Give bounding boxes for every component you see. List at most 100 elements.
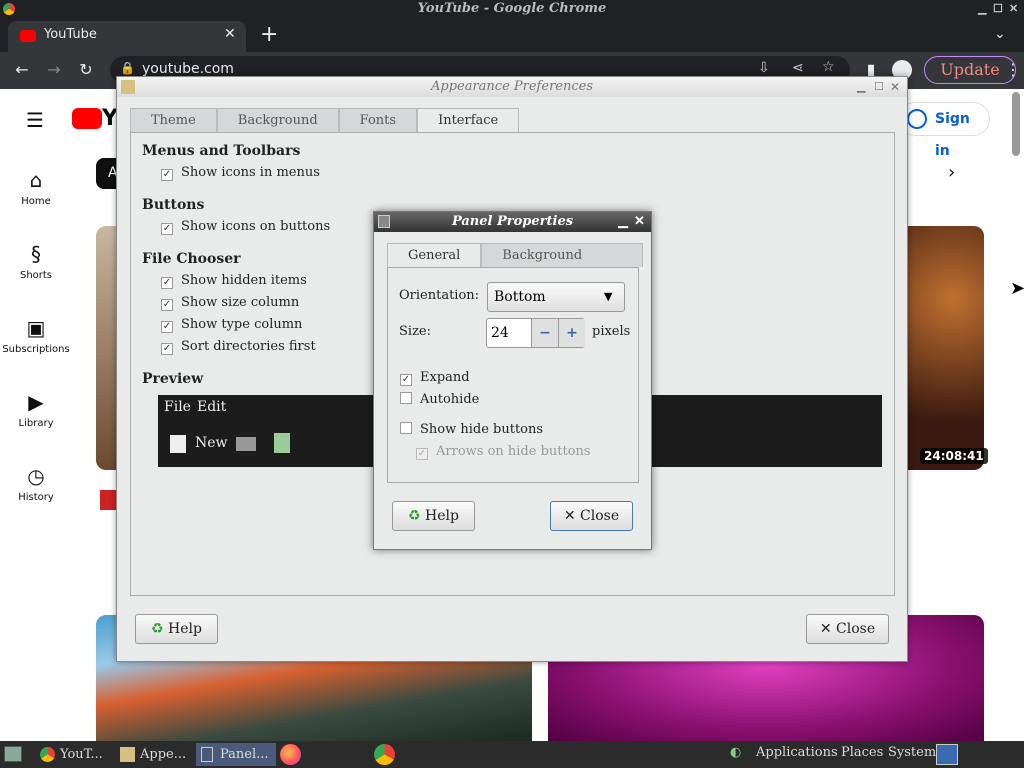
checkbox-checked-icon: ✓ [416, 448, 428, 460]
maximize-icon[interactable]: ☐ [874, 77, 884, 97]
tab-general[interactable]: General [387, 243, 482, 267]
sidebar-item-library[interactable]: ▶ Library [0, 390, 72, 429]
panel-properties-tabs: General Background [387, 243, 644, 267]
menu-kebab-icon[interactable]: ⋮ [1000, 56, 1024, 84]
menu-system[interactable]: System [888, 745, 936, 760]
task-appearance[interactable]: Appe... [116, 743, 194, 766]
share-icon[interactable]: ⋖ [792, 60, 804, 76]
checkbox-autohide[interactable]: Autohide [400, 391, 479, 409]
section-file-chooser: File Chooser [142, 251, 241, 267]
chips-next-icon[interactable]: › [948, 162, 955, 183]
checkbox-checked-icon: ✓ [161, 169, 173, 181]
reload-icon[interactable]: ↻ [73, 56, 99, 84]
sign-in-button[interactable]: Sign in [898, 102, 990, 159]
open-folder-icon [236, 437, 256, 451]
chrome-launcher-icon[interactable] [374, 744, 395, 765]
hamburger-menu-icon[interactable]: ☰ [26, 108, 44, 132]
tab-background[interactable]: Background [481, 243, 644, 267]
size-label: Size: [399, 324, 431, 339]
history-icon: ◷ [27, 464, 45, 488]
forward-icon[interactable]: → [41, 56, 67, 84]
panel-properties-title: Panel Properties [451, 214, 574, 229]
size-spinbutton[interactable]: 24 − + [486, 318, 585, 348]
new-document-icon [170, 435, 186, 453]
new-tab-icon[interactable]: + [260, 22, 278, 47]
appearance-app-icon [120, 747, 135, 762]
help-icon: ♻ [408, 508, 421, 524]
appearance-close-button[interactable]: ✕ Close [806, 614, 889, 644]
video-thumbnail[interactable]: 24:08:41 [906, 226, 988, 470]
checkbox-sort-directories-first[interactable]: ✓ Sort directories first [161, 338, 316, 356]
task-panel-properties[interactable]: Panel... [196, 743, 276, 766]
minimize-icon[interactable]: ▁ [857, 77, 865, 97]
account-icon [907, 109, 927, 129]
tab-theme[interactable]: Theme [130, 108, 217, 132]
close-icon: ✕ [819, 621, 832, 637]
checkbox-checked-icon: ✓ [161, 343, 173, 355]
youtube-logo-icon[interactable] [72, 108, 102, 129]
size-unit-label: pixels [592, 324, 631, 339]
checkbox-unchecked-icon [400, 422, 412, 434]
checkbox-show-size-column[interactable]: ✓ Show size column [161, 294, 299, 312]
sidebar-item-home[interactable]: ⌂ Home [0, 168, 72, 207]
checkbox-show-hidden-items[interactable]: ✓ Show hidden items [161, 272, 307, 290]
appearance-help-button[interactable]: ♻ Help [135, 614, 218, 644]
appearance-title-bar[interactable]: Appearance Preferences ▁ ☐ ✕ [117, 77, 907, 97]
decrement-icon[interactable]: − [531, 319, 558, 347]
youtube-favicon-icon [20, 30, 36, 42]
close-icon[interactable]: ✕ [634, 212, 645, 232]
panel-properties-title-bar[interactable]: Panel Properties ▁ ✕ [374, 212, 651, 232]
menu-places[interactable]: Places [841, 745, 883, 760]
panel-help-button[interactable]: ♻ Help [392, 501, 475, 531]
window-menu-icon[interactable] [378, 215, 390, 228]
sidebar-item-subscriptions[interactable]: ▣ Subscriptions [0, 316, 72, 355]
checkbox-show-icons-in-menus[interactable]: ✓ Show icons in menus [161, 164, 320, 182]
tab-interface[interactable]: Interface [417, 108, 520, 132]
show-desktop-icon[interactable] [4, 746, 22, 762]
workspace-switcher-icon[interactable] [936, 744, 958, 765]
menu-applications[interactable]: Applications [756, 745, 838, 760]
firefox-icon[interactable] [280, 744, 301, 765]
tab-search-icon[interactable]: ⌄ [994, 26, 1006, 42]
checkbox-unchecked-icon [400, 392, 412, 404]
tab-background[interactable]: Background [216, 108, 339, 132]
channel-avatar[interactable] [100, 490, 116, 510]
panel-close-button[interactable]: ✕ Close [550, 501, 633, 531]
checkbox-show-type-column[interactable]: ✓ Show type column [161, 316, 302, 334]
section-buttons: Buttons [142, 197, 205, 213]
checkbox-expand[interactable]: ✓ Expand [400, 369, 470, 387]
checkbox-checked-icon: ✓ [161, 321, 173, 333]
section-menus-toolbars: Menus and Toolbars [142, 143, 301, 159]
close-icon[interactable]: ✕ [1009, 0, 1018, 17]
checkbox-show-hide-buttons[interactable]: Show hide buttons [400, 421, 543, 439]
chip-filter[interactable]: A [96, 158, 118, 189]
checkbox-show-icons-on-buttons[interactable]: ✓ Show icons on buttons [161, 218, 330, 236]
page-scrollbar[interactable] [1012, 92, 1020, 156]
appearance-title: Appearance Preferences [430, 79, 593, 94]
sidebar-item-shorts[interactable]: § Shorts [0, 242, 72, 281]
tab-close-icon[interactable]: ✕ [224, 26, 236, 42]
minimize-icon[interactable]: ▁ [618, 212, 628, 232]
task-youtube[interactable]: YouT... [36, 743, 114, 766]
bookmark-star-icon[interactable]: ☆ [822, 59, 835, 75]
minimize-icon[interactable]: ▁ [978, 0, 986, 17]
chevron-down-icon: ▼ [604, 290, 613, 303]
back-icon[interactable]: ← [9, 56, 35, 84]
help-icon: ♻ [151, 621, 164, 637]
maximize-icon[interactable]: ☐ [993, 0, 1003, 17]
sidebar-item-history[interactable]: ◷ History [0, 464, 72, 503]
close-icon[interactable]: ✕ [890, 77, 900, 97]
chrome-icon [40, 747, 55, 762]
video-duration-badge: 24:08:41 [920, 448, 988, 464]
tab-fonts[interactable]: Fonts [338, 108, 418, 132]
save-icon [274, 433, 290, 453]
shorts-icon: § [31, 242, 41, 266]
window-title: YouTube - Google Chrome [417, 1, 607, 16]
checkbox-checked-icon: ✓ [161, 223, 173, 235]
orientation-select[interactable]: Bottom ▼ [487, 282, 625, 312]
preview-menu-file: File [164, 399, 191, 415]
browser-tab[interactable]: YouTube ✕ [8, 21, 246, 52]
increment-icon[interactable]: + [558, 319, 585, 347]
install-icon[interactable]: ⇩ [758, 60, 770, 76]
gnome-foot-icon: ◐ [730, 745, 742, 760]
